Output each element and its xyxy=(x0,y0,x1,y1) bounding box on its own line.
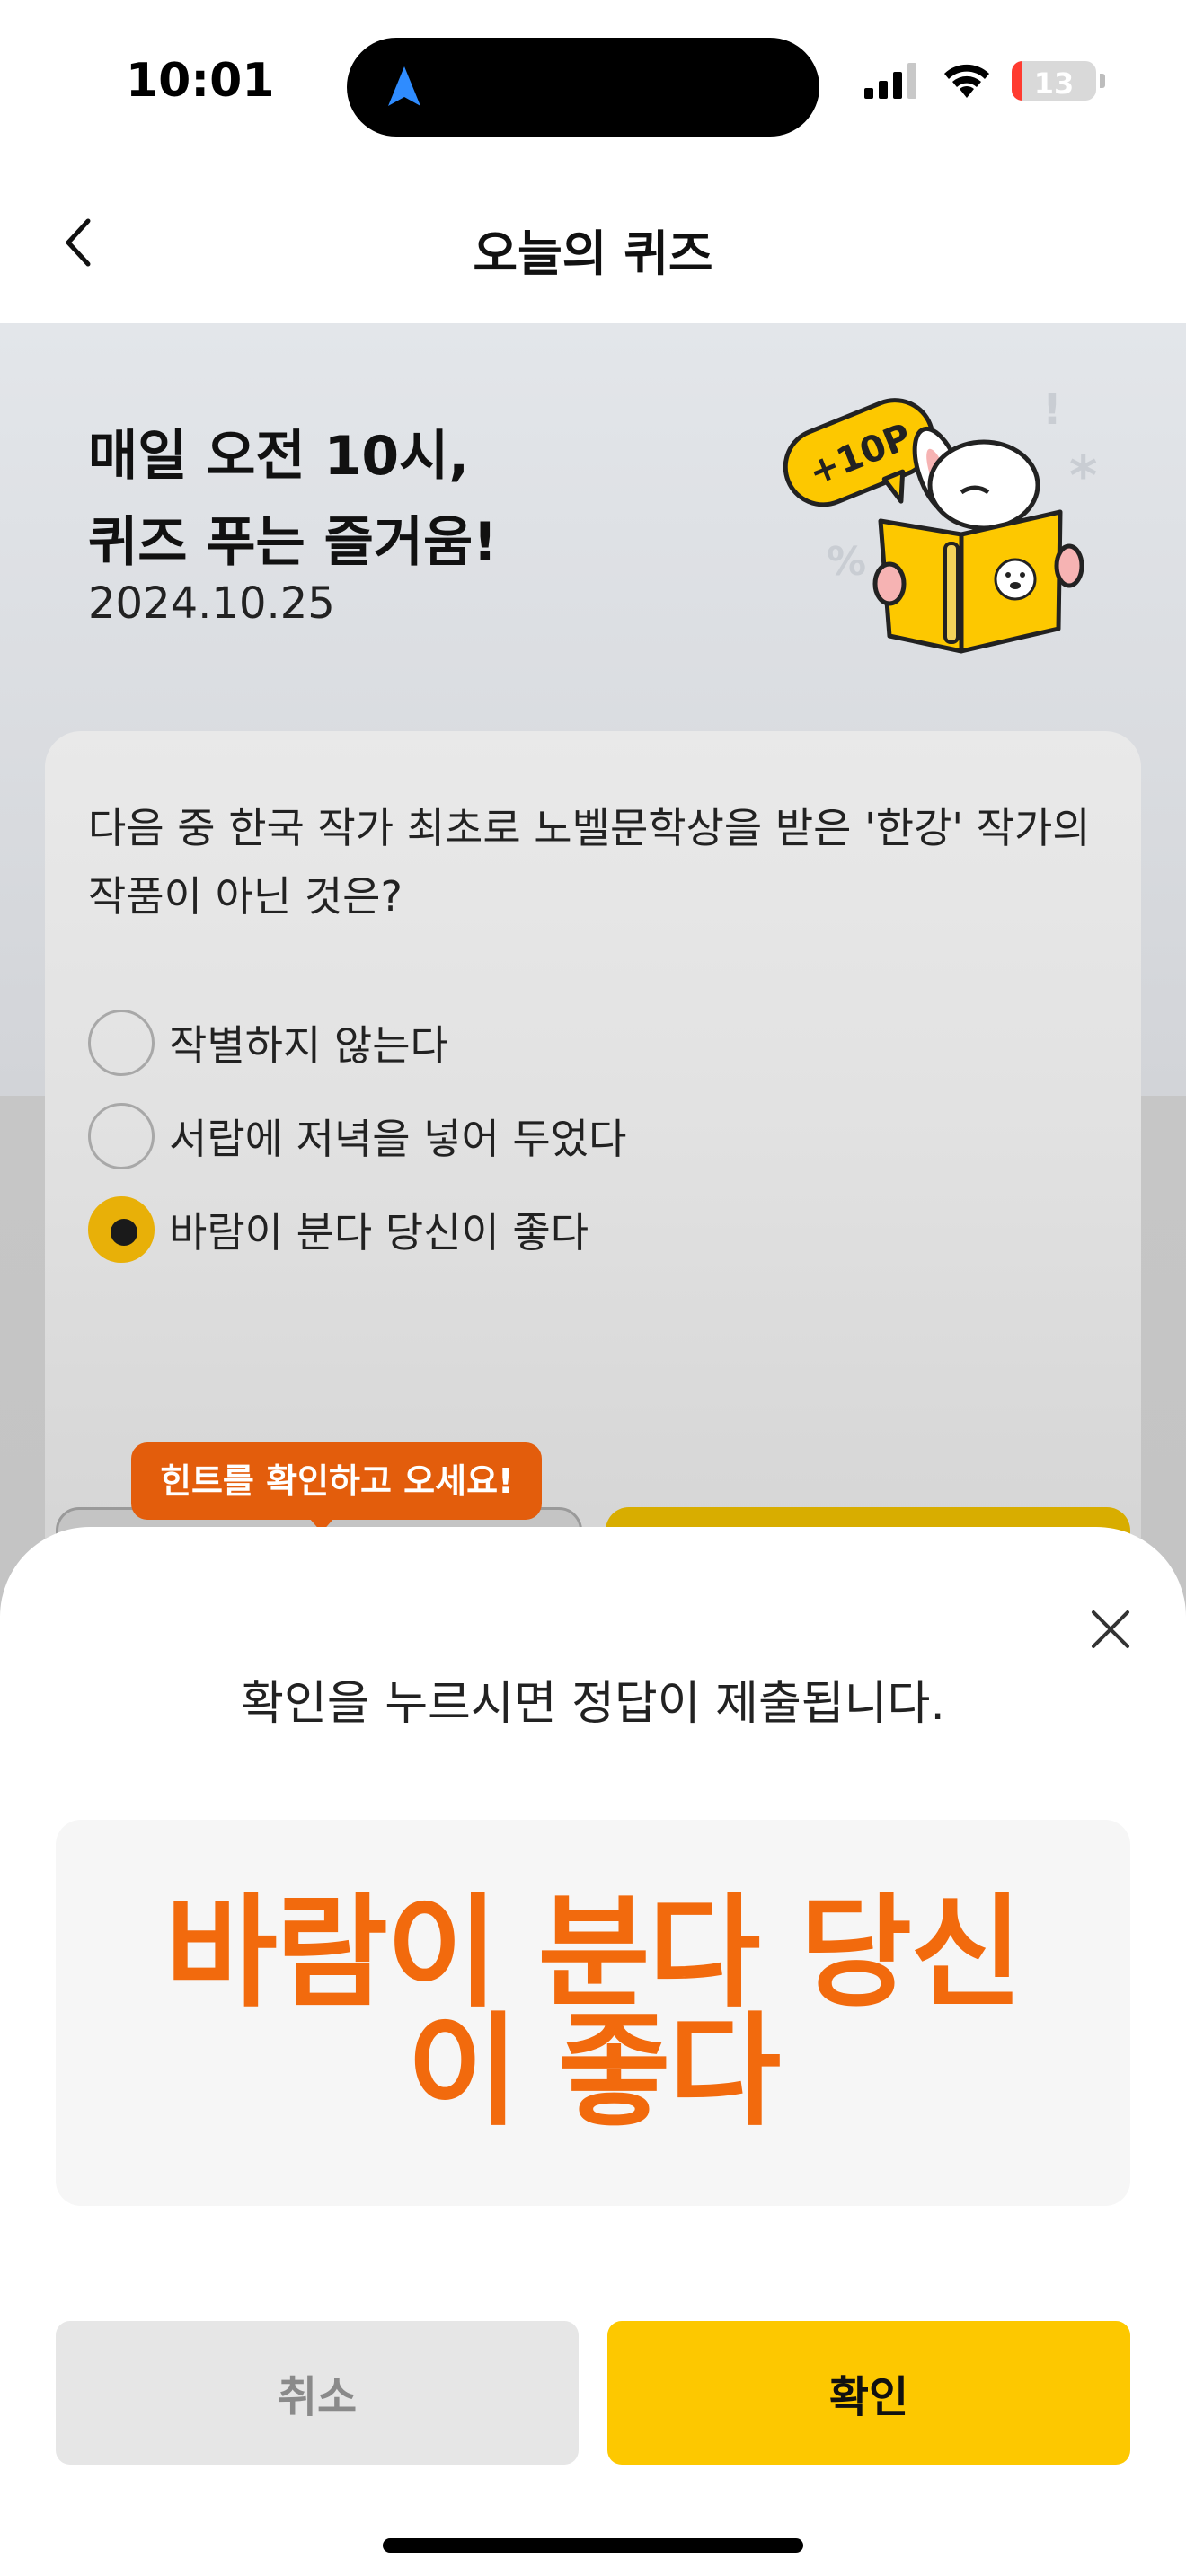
quiz-option-label: 서랍에 저녁을 넣어 두었다 xyxy=(169,1115,627,1163)
selected-answer-box: 바람이 분다 당신이 좋다 xyxy=(56,1820,1130,2206)
quiz-date: 2024.10.25 xyxy=(88,578,335,629)
promo-headline: 매일 오전 10시, 퀴즈 푸는 즐거움! xyxy=(88,413,498,586)
selected-answer-text: 바람이 분다 당신이 좋다 xyxy=(164,1883,1023,2143)
close-button[interactable] xyxy=(1075,1593,1146,1665)
quiz-option-1[interactable]: 작별하지 않는다 xyxy=(88,1010,448,1076)
quiz-question: 다음 중 한국 작가 최초로 노벨문학상을 받은 '한강' 작가의 작품이 아닌… xyxy=(88,804,1091,921)
confirm-message: 확인을 누르시면 정답이 제출됩니다. xyxy=(241,1677,945,1731)
promo-headline-line1: 매일 오전 10시, xyxy=(88,425,470,488)
confirm-button[interactable]: 확인 xyxy=(607,2321,1130,2465)
battery-level: 13 xyxy=(1033,66,1075,101)
wifi-icon xyxy=(944,64,989,98)
home-indicator xyxy=(383,2538,803,2553)
confirm-bottom-sheet: 확인을 누르시면 정답이 제출됩니다. 바람이 분다 당신이 좋다 취소 확인 xyxy=(0,1527,1186,2576)
radio-button-selected[interactable] xyxy=(88,1196,155,1263)
quiz-option-3[interactable]: 바람이 분다 당신이 좋다 xyxy=(88,1196,589,1263)
status-bar: 10:01 13 xyxy=(0,0,1186,162)
battery-icon: 13 xyxy=(1012,61,1096,101)
close-icon xyxy=(1092,1610,1129,1648)
svg-text:!: ! xyxy=(1042,386,1062,435)
rabbit-reading-book-illustration: ! * % +10P xyxy=(783,386,1097,654)
navigation-arrow-icon xyxy=(388,66,420,106)
battery-cap xyxy=(1100,74,1105,88)
quiz-option-label: 작별하지 않는다 xyxy=(169,1021,448,1070)
status-time: 10:01 xyxy=(126,54,275,108)
nav-header: 오늘의 퀴즈 xyxy=(0,162,1186,323)
cellular-signal-icon xyxy=(864,63,916,99)
radio-button[interactable] xyxy=(88,1103,155,1169)
cancel-button[interactable]: 취소 xyxy=(56,2321,579,2465)
svg-text:*: * xyxy=(1069,445,1097,507)
svg-text:%: % xyxy=(827,539,866,585)
radio-button[interactable] xyxy=(88,1010,155,1076)
hint-tooltip: 힌트를 확인하고 오세요! xyxy=(131,1442,543,1532)
quiz-option-2[interactable]: 서랍에 저녁을 넣어 두었다 xyxy=(88,1103,626,1169)
status-icons: 13 xyxy=(864,61,1105,101)
page-title: 오늘의 퀴즈 xyxy=(473,225,713,282)
dynamic-island xyxy=(347,38,819,137)
promo-headline-line2: 퀴즈 푸는 즐거움! xyxy=(88,511,498,574)
quiz-option-label: 바람이 분다 당신이 좋다 xyxy=(169,1208,589,1257)
